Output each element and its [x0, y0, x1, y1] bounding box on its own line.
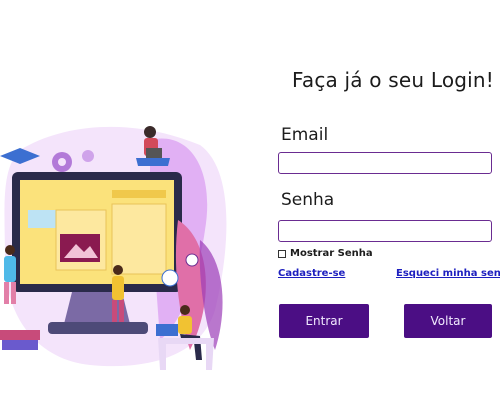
forgot-password-link[interactable]: Esqueci minha senha: [396, 268, 500, 279]
page-title: Faça já o seu Login!: [292, 68, 495, 92]
signup-link[interactable]: Cadastre-se: [278, 268, 345, 279]
password-field[interactable]: [278, 220, 492, 242]
email-field[interactable]: [278, 152, 492, 174]
email-label: Email: [281, 125, 329, 145]
show-password-label: Mostrar Senha: [290, 248, 373, 259]
hero-illustration: [0, 126, 227, 370]
back-button[interactable]: Voltar: [404, 304, 492, 338]
enter-button[interactable]: Entrar: [279, 304, 369, 338]
show-password-checkbox[interactable]: [278, 249, 286, 258]
password-label: Senha: [281, 190, 335, 210]
show-password-toggle[interactable]: Mostrar Senha: [278, 248, 373, 259]
